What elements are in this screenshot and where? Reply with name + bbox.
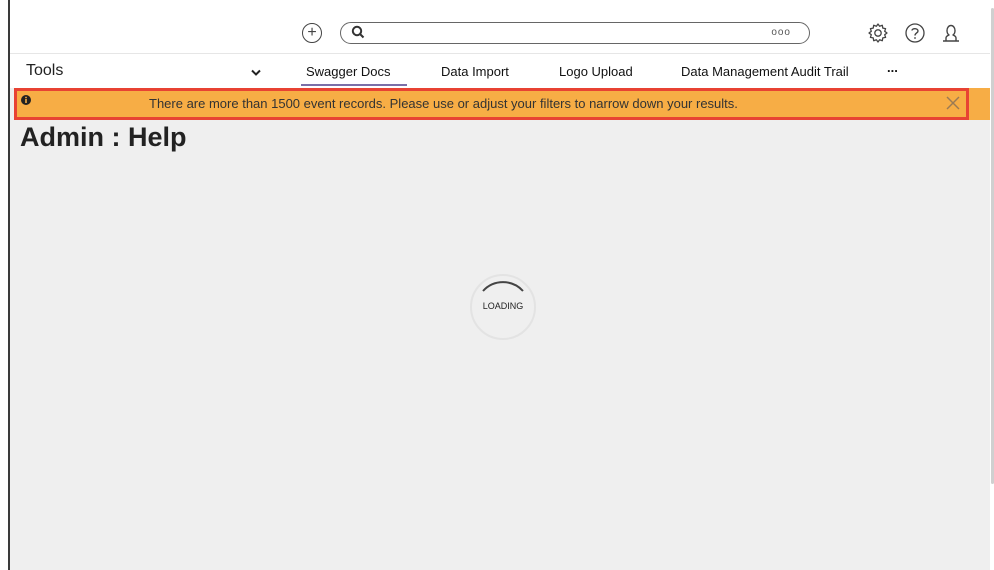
- app-window: + ooo Tools Swagger Docs Data Import Log…: [8, 0, 991, 570]
- page-title: Admin : Help: [20, 122, 187, 152]
- loading-spinner: LOADING: [470, 274, 536, 340]
- settings-button[interactable]: [866, 21, 890, 45]
- search-icon: [351, 25, 365, 39]
- alert-banner-edge: [969, 88, 991, 120]
- tabs-more-button[interactable]: ...: [887, 54, 917, 88]
- chevron-down-icon[interactable]: [250, 69, 262, 77]
- gear-icon: [868, 23, 888, 43]
- tab-data-management-audit-trail[interactable]: Data Management Audit Trail: [681, 54, 887, 88]
- tools-label: Tools: [26, 62, 64, 79]
- help-icon: [905, 23, 925, 43]
- search-bar[interactable]: ooo: [340, 22, 810, 44]
- tools-tabs: Swagger Docs Data Import Logo Upload Dat…: [294, 54, 917, 88]
- tab-logo-upload[interactable]: Logo Upload: [559, 54, 681, 88]
- scrollbar[interactable]: [990, 0, 994, 570]
- user-button[interactable]: [939, 21, 963, 45]
- plus-circle-icon: +: [307, 24, 317, 41]
- tools-bar: Tools Swagger Docs Data Import Logo Uplo…: [10, 54, 990, 88]
- tab-data-import[interactable]: Data Import: [441, 54, 559, 88]
- info-icon: [21, 95, 31, 105]
- close-icon[interactable]: [943, 93, 963, 113]
- help-button[interactable]: [903, 21, 927, 45]
- user-icon: [943, 24, 959, 42]
- alert-message: There are more than 1500 event records. …: [149, 96, 738, 111]
- tab-swagger-docs[interactable]: Swagger Docs: [294, 54, 441, 88]
- loading-text: LOADING: [482, 301, 524, 311]
- alert-banner: There are more than 1500 event records. …: [14, 88, 969, 120]
- top-bar: + ooo: [10, 0, 990, 54]
- search-options-button[interactable]: ooo: [771, 27, 791, 38]
- add-button[interactable]: +: [302, 23, 322, 43]
